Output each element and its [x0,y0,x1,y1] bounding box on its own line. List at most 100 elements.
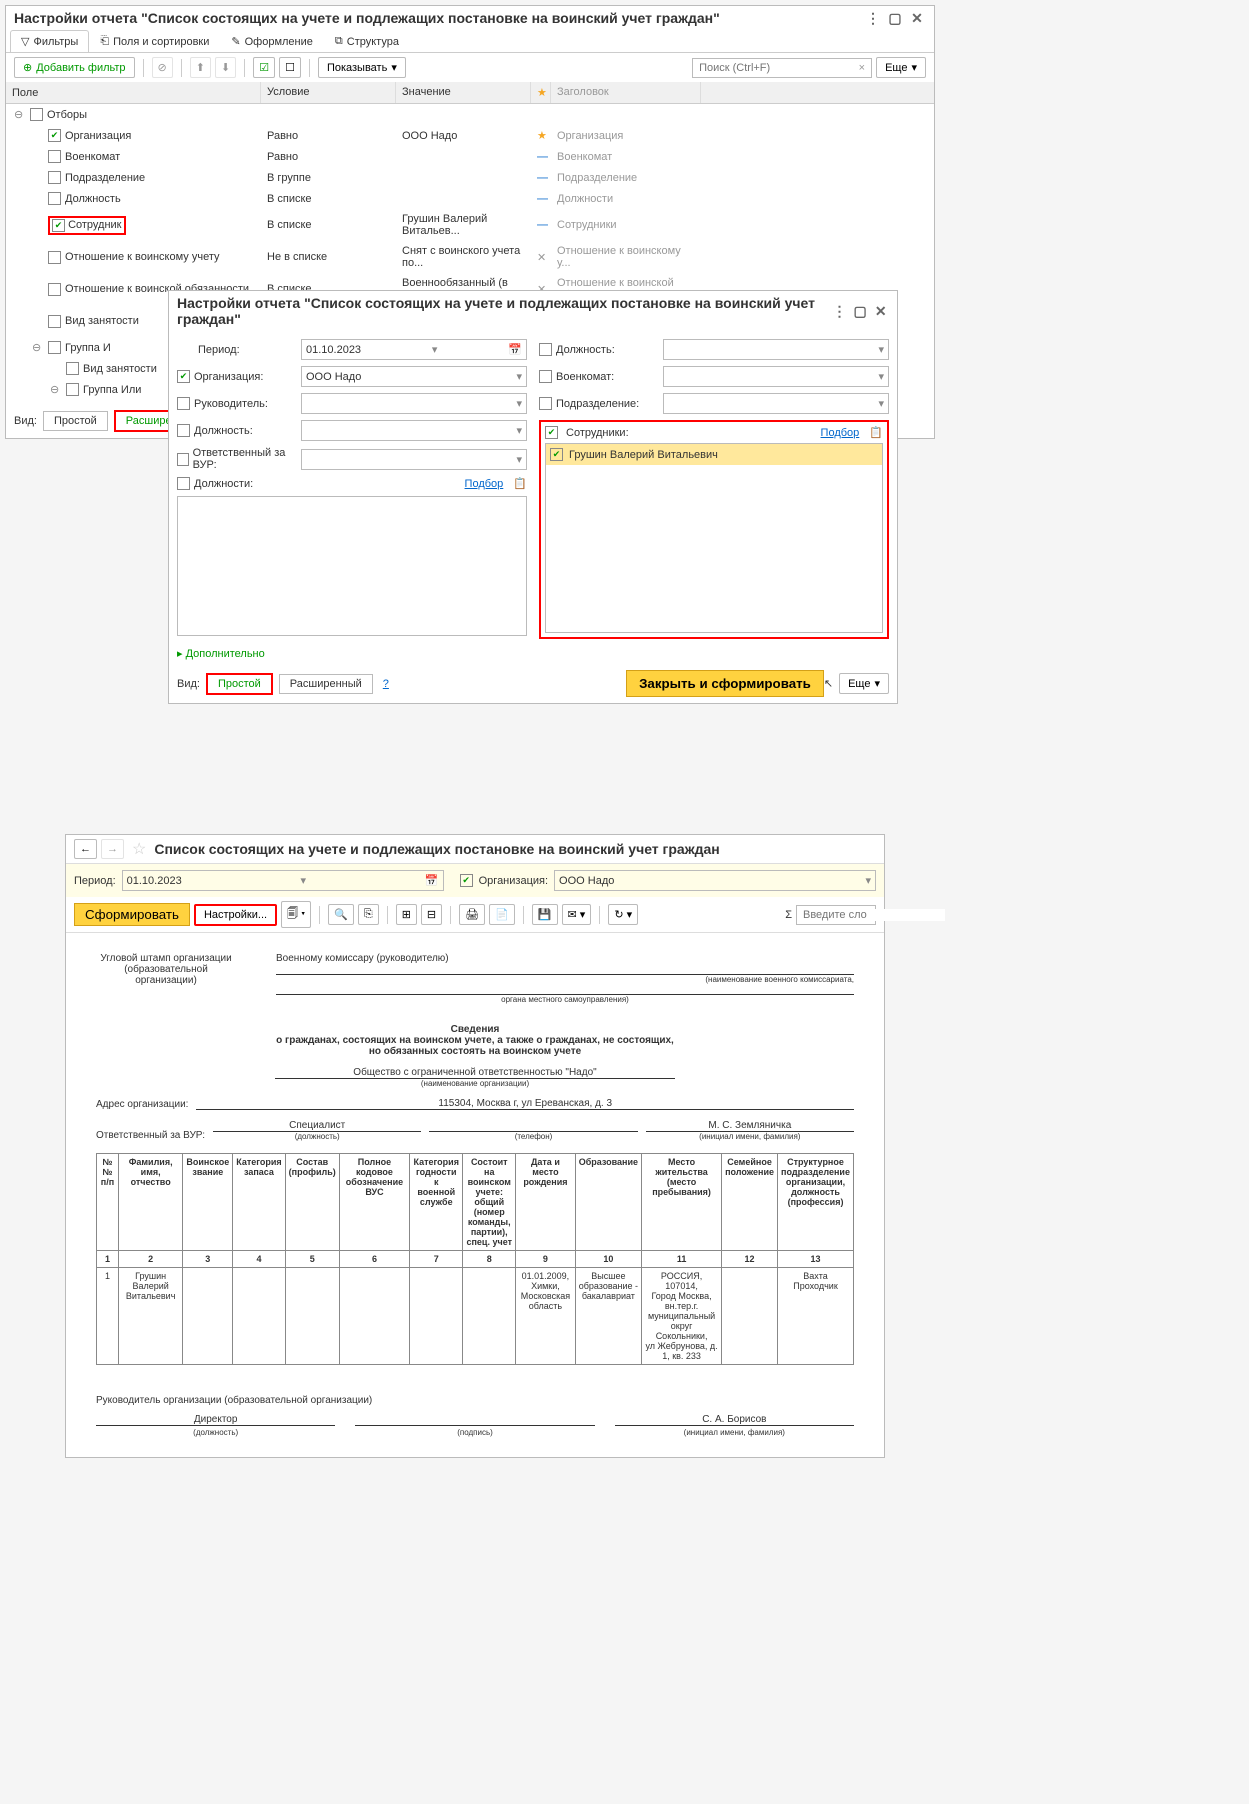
period-input[interactable]: 01.10.2023▾📅 [301,339,527,360]
row-checkbox[interactable] [48,283,61,296]
position2-input[interactable]: ▾ [663,339,889,360]
col-field[interactable]: Поле [6,82,261,103]
cell-search[interactable] [796,905,876,925]
copy-icon[interactable]: 📋 [513,477,527,490]
email-button[interactable]: ✉ ▾ [562,904,592,925]
filter-row[interactable]: ОрганизацияРавноООО Надо★Организация [6,125,934,146]
close-and-form-button[interactable]: Закрыть и сформировать [626,670,824,697]
positions-checkbox[interactable] [177,477,190,490]
row-checkbox[interactable] [48,129,61,142]
org-checkbox[interactable] [460,874,473,887]
mode-simple-button[interactable]: Простой [43,411,108,431]
search-input[interactable]: × [692,58,872,78]
manager-input[interactable]: ▾ [301,393,527,414]
forward-button[interactable]: → [101,839,124,859]
row-checkbox[interactable] [48,251,61,264]
sigma-icon[interactable]: Σ [785,909,792,921]
tab-filters[interactable]: ▽Фильтры [10,30,89,52]
copy-icon[interactable]: 📋 [869,426,883,439]
military-input[interactable]: ▾ [663,366,889,387]
move-up-button[interactable]: ⬆ [190,57,211,78]
tab-format[interactable]: ✎Оформление [220,30,324,52]
more-menu-icon[interactable]: ⋮ [864,10,882,26]
star-icon[interactable]: ☆ [132,839,146,859]
positions-list[interactable] [177,496,527,636]
tab-structure[interactable]: ⧉Структура [324,30,410,52]
row-checkbox[interactable] [48,315,61,328]
uncheck-all-button[interactable]: ☐ [279,57,301,78]
find-button[interactable]: 🔍 [328,904,354,925]
maximize-icon[interactable]: ▢ [852,303,869,319]
show-dropdown[interactable]: Показывать ▾ [318,57,406,78]
col-header[interactable]: Заголовок [551,82,701,103]
filter-row[interactable]: Отношение к воинскому учетуНе в спискеСн… [6,241,934,273]
settings-button[interactable]: Настройки... [194,904,277,926]
position-input[interactable]: ▾ [301,420,527,441]
save-button[interactable]: 💾 [532,904,558,925]
help-icon[interactable]: ? [383,678,389,690]
row-checkbox[interactable] [48,341,61,354]
manager-checkbox[interactable] [177,397,190,410]
form-button[interactable]: Сформировать [74,903,190,926]
org-input[interactable]: ООО Надо▾ [301,366,527,387]
select-link[interactable]: Подбор [465,478,504,490]
filter-row[interactable]: ПодразделениеВ группе—Подразделение [6,167,934,188]
employees-checkbox[interactable] [545,426,558,439]
more-button[interactable]: Еще ▾ [839,673,889,694]
position2-checkbox[interactable] [539,343,552,356]
filter-row[interactable]: ДолжностьВ списке—Должности [6,188,934,209]
org-checkbox[interactable] [177,370,190,383]
preview-button[interactable]: 📄 [489,904,515,925]
close-icon[interactable]: ✕ [908,10,926,26]
dept-input[interactable]: ▾ [663,393,889,414]
org-input[interactable]: ООО Надо▾ [554,870,876,891]
row-checkbox[interactable] [48,171,61,184]
select-employees-link[interactable]: Подбор [821,427,860,439]
row-mark: — [531,170,551,186]
print-button[interactable]: 🖨 [459,904,485,925]
row-checkbox[interactable] [48,192,61,205]
tree-toggle-icon[interactable]: ⊖ [32,341,44,354]
mode-simple-button[interactable]: Простой [206,673,273,695]
expand-button[interactable]: ⊞ [396,904,417,925]
remove-button[interactable]: ⊘ [152,57,173,78]
employee-item-checkbox[interactable] [550,448,563,461]
filter-row[interactable]: СотрудникВ спискеГрушин Валерий Витальев… [6,209,934,241]
employee-item[interactable]: Грушин Валерий Витальевич [546,444,882,465]
row-checkbox[interactable] [48,150,61,163]
tree-toggle-icon[interactable]: ⊖ [50,383,62,396]
back-button[interactable]: ← [74,839,97,859]
more-menu-icon[interactable]: ⋮ [831,303,848,319]
filter-row[interactable]: ВоенкоматРавно—Военкомат [6,146,934,167]
maximize-icon[interactable]: ▢ [886,10,904,26]
position-checkbox[interactable] [177,424,190,437]
more-button[interactable]: Еще ▾ [876,57,926,78]
add-filter-button[interactable]: ⊕Добавить фильтр [14,57,135,78]
row-checkbox[interactable] [66,383,79,396]
military-checkbox[interactable] [539,370,552,383]
clear-search-icon[interactable]: × [859,62,865,74]
employees-list[interactable]: Грушин Валерий Витальевич [545,443,883,633]
period-input[interactable]: 01.10.2023▾📅 [122,870,444,891]
more-options-link[interactable]: ▸ Дополнительно [177,648,265,660]
filter-button[interactable]: ⎘ [358,904,379,925]
col-condition[interactable]: Условие [261,82,396,103]
move-down-button[interactable]: ⬇ [215,57,236,78]
check-all-button[interactable]: ☑ [253,57,275,78]
filter-row[interactable]: ⊖Отборы [6,104,934,125]
row-checkbox[interactable] [66,362,79,375]
dept-checkbox[interactable] [539,397,552,410]
tree-toggle-icon[interactable]: ⊖ [14,108,26,121]
row-checkbox[interactable] [30,108,43,121]
col-value[interactable]: Значение [396,82,531,103]
search-field[interactable] [699,62,859,74]
row-checkbox[interactable] [52,219,65,232]
mode-advanced-button[interactable]: Расширенный [279,674,373,694]
variants-button[interactable]: 🗐 ▾ [281,901,311,928]
close-icon[interactable]: ✕ [872,303,889,319]
refresh-button[interactable]: ↻ ▾ [608,904,638,925]
vur-checkbox[interactable] [177,453,189,466]
vur-input[interactable]: ▾ [301,449,527,470]
collapse-button[interactable]: ⊟ [421,904,442,925]
tab-fields[interactable]: ⎗Поля и сортировки [89,30,220,52]
